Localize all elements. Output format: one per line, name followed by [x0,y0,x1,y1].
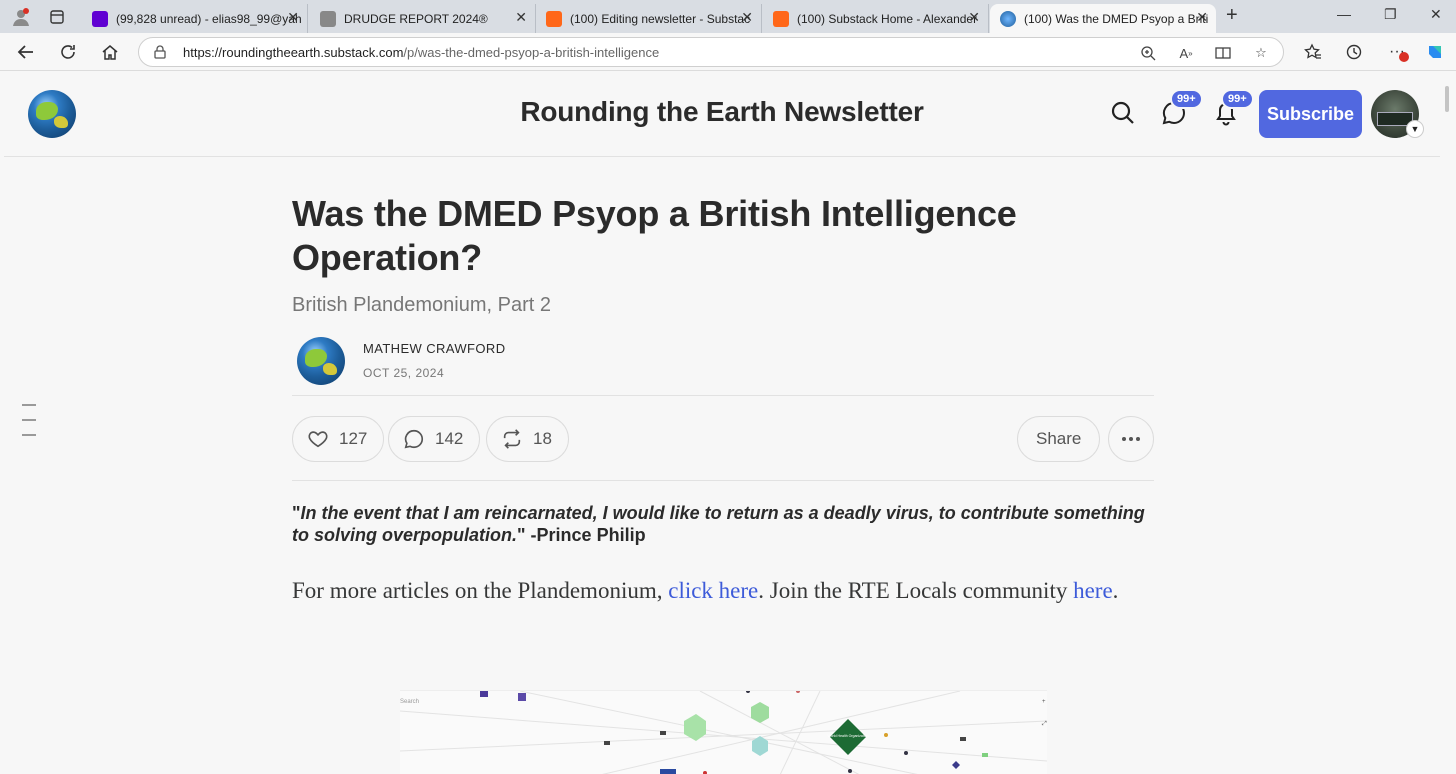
heart-icon [308,431,328,448]
like-count: 127 [339,429,368,448]
zoom-icon[interactable] [1139,44,1157,62]
quote-mark: " [517,525,526,545]
subscribe-button[interactable]: Subscribe [1259,90,1362,138]
article: Was the DMED Psyop a British Intelligenc… [292,192,1154,609]
byline: MATHEW CRAWFORD OCT 25, 2024 [292,337,1154,395]
lock-icon[interactable] [153,45,167,59]
quote-attribution: -Prince Philip [525,525,646,545]
node-label: World Health Organization [828,734,869,738]
notifications-badge: 99+ [1221,89,1254,109]
map-search-label: Search [400,699,419,705]
url-host: https://roundingtheearth.substack.com [183,45,404,60]
body-text: For more articles on the Plandemonium, [292,578,669,603]
back-icon[interactable] [15,41,37,63]
comment-icon [404,429,423,449]
tab-drudge[interactable]: DRUDGE REPORT 2024® ✕ [310,4,536,33]
post-date: OCT 25, 2024 [363,366,445,380]
history-icon[interactable] [1343,41,1365,63]
post-actions: 127 142 18 Share [292,396,1154,480]
drudge-icon [320,11,336,27]
plandemonium-link[interactable]: click here [668,578,758,603]
post-title: Was the DMED Psyop a British Intelligenc… [292,193,1017,278]
locals-community-link[interactable]: here [1073,578,1113,603]
minimize-icon[interactable]: — [1337,6,1351,22]
close-icon[interactable]: ✕ [741,9,753,26]
svg-text:⤢: ⤢ [1042,720,1047,727]
tab-current-article[interactable]: (100) Was the DMED Psyop a Briti ✕ [990,4,1216,33]
toc-line [22,419,36,421]
table-of-contents-toggle[interactable] [22,404,38,449]
tab-substack-home[interactable]: (100) Substack Home - Alexander ✕ [763,4,989,33]
close-icon[interactable]: ✕ [968,9,980,26]
body-paragraph: For more articles on the Plandemonium, c… [292,573,1154,609]
close-icon[interactable]: ✕ [515,9,527,26]
tab-title: (100) Was the DMED Psyop a Briti [1024,11,1209,26]
more-options-button[interactable] [1108,416,1154,462]
copilot-icon[interactable] [1424,41,1446,63]
browser-toolbar: https://roundingtheearth.substack.com/p/… [0,33,1456,71]
tab-title: (99,828 unread) - elias98_99@yah [116,11,302,26]
notification-dot [1399,52,1409,62]
epigraph-quote: "In the event that I am reincarnated, I … [292,502,1154,546]
address-bar[interactable]: https://roundingtheearth.substack.com/p/… [138,37,1284,67]
tab-substack-editing[interactable]: (100) Editing newsletter - Substac ✕ [536,4,762,33]
body-text: . [1112,578,1119,603]
favorite-star-icon[interactable]: ☆ [1252,44,1270,62]
window-close-icon[interactable]: ✕ [1430,6,1442,23]
quote-mark: " [292,503,301,523]
body-text: . Join the RTE Locals community [758,578,1074,603]
substack-icon [546,11,562,27]
toc-line [22,434,36,436]
svg-text:+: + [1042,699,1046,705]
share-button[interactable]: Share [1017,416,1101,462]
tab-yahoo-mail[interactable]: (99,828 unread) - elias98_99@yah ✕ [82,4,308,33]
read-aloud-icon[interactable]: A» [1177,44,1195,62]
comment-count: 142 [435,429,464,448]
globe-icon [1000,11,1016,27]
post-subtitle: British Plandemonium, Part 2 [292,294,552,316]
url-text[interactable]: https://roundingtheearth.substack.com/p/… [183,45,659,60]
chevron-down-icon[interactable]: ▼ [1406,120,1424,138]
tab-title: (100) Substack Home - Alexander [797,11,978,26]
close-icon[interactable]: ✕ [287,9,299,26]
tab-title: DRUDGE REPORT 2024® [344,11,488,26]
like-button[interactable]: 127 [292,416,385,462]
refresh-icon[interactable] [57,41,79,63]
mail-icon [92,11,108,27]
network-map-image[interactable]: Search World Health Organization + ⤢ [400,690,1047,774]
url-path: /p/was-the-dmed-psyop-a-british-intellig… [403,45,660,60]
toc-line [22,404,36,406]
profile-icon[interactable] [10,6,32,28]
favorites-icon[interactable] [1302,41,1324,63]
network-graph: Search World Health Organization + ⤢ [400,691,1047,774]
scrollbar-thumb[interactable] [1445,86,1449,112]
substack-icon [773,11,789,27]
chat-badge: 99+ [1170,89,1203,109]
tab-actions-icon[interactable] [46,6,68,28]
more-options-icon[interactable]: ··· [1386,41,1409,63]
tab-title: (100) Editing newsletter - Substac [570,11,751,26]
browser-tab-strip: (99,828 unread) - elias98_99@yah ✕ DRUDG… [0,0,1456,33]
restack-count: 18 [533,429,552,448]
site-header: Rounding the Earth Newsletter 99+ 99+ Su… [4,72,1440,157]
search-icon[interactable] [1110,100,1136,126]
author-name[interactable]: MATHEW CRAWFORD [363,341,505,356]
restore-icon[interactable]: ❐ [1384,6,1397,23]
divider [292,480,1154,481]
new-tab-icon[interactable]: + [1226,4,1238,27]
restack-icon [503,429,521,449]
share-label: Share [1036,429,1082,448]
restack-button[interactable]: 18 [486,416,569,462]
home-icon[interactable] [99,41,121,63]
page-scrollbar[interactable] [1440,72,1456,774]
author-avatar[interactable] [297,337,345,385]
quote-text: In the event that I am reincarnated, I w… [292,503,1145,545]
ellipsis-icon [1122,437,1140,441]
comment-button[interactable]: 142 [388,416,481,462]
immersive-reader-icon[interactable] [1214,44,1232,62]
close-icon[interactable]: ✕ [1196,9,1208,26]
